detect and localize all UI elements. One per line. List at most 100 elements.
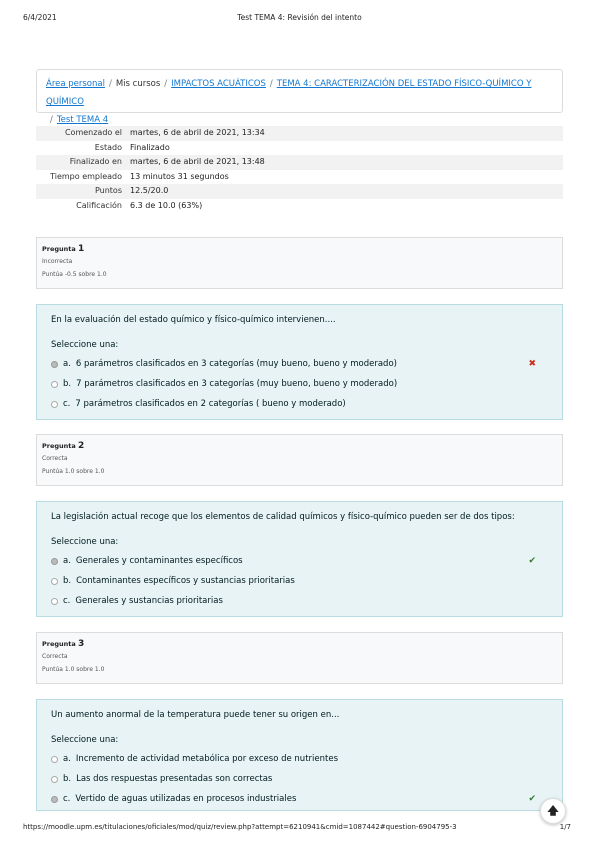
breadcrumb-separator: /: [164, 79, 168, 89]
option-letter: b.: [63, 774, 72, 784]
option-letter: a.: [63, 556, 71, 566]
answer-option-a[interactable]: a. Incremento de actividad metabólica por…: [51, 749, 548, 769]
question-state: Correcta: [42, 455, 68, 462]
summary-value: 13 minutos 31 segundos: [130, 171, 229, 181]
radio-button-checked[interactable]: [51, 557, 58, 565]
question-number-value: 2: [78, 441, 85, 451]
summary-row: Calificación 6.3 de 10.0 (63%): [36, 199, 563, 214]
answer-option-a[interactable]: a. Generales y contaminantes específicos ✔: [51, 551, 548, 571]
breadcrumb-course[interactable]: IMPACTOS ACUÁTICOS: [171, 79, 266, 89]
summary-value: Finalizado: [130, 142, 170, 152]
option-text: Vertido de aguas utilizadas en procesos …: [75, 794, 297, 804]
radio-button[interactable]: [51, 775, 58, 783]
answer-option-c[interactable]: c. 7 parámetros clasificados en 2 categor…: [51, 394, 548, 414]
print-footer: https://moodle.upm.es/titulaciones/ofici…: [0, 823, 599, 835]
option-letter: c.: [63, 399, 71, 409]
summary-key: Tiempo empleado: [50, 171, 122, 181]
answer-option-b[interactable]: b. Las dos respuestas presentadas son cor…: [51, 769, 548, 789]
question-label: Pregunta: [42, 245, 76, 253]
question-grade: Puntúa -0.5 sobre 1.0: [42, 271, 107, 278]
question-3-info: Pregunta 3 Correcta Puntúa 1.0 sobre 1.0: [36, 632, 563, 684]
question-1-content: En la evaluación del estado químico y fí…: [36, 304, 563, 420]
radio-button-checked[interactable]: [51, 795, 58, 803]
breadcrumb-quiz[interactable]: Test TEMA 4: [57, 115, 108, 125]
summary-value: martes, 6 de abril de 2021, 13:34: [130, 128, 265, 137]
breadcrumb-mis-cursos: Mis cursos: [115, 79, 161, 89]
option-text: Contaminantes específicos y sustancias p…: [76, 576, 295, 586]
answer-options: a. Generales y contaminantes específicos ✔…: [51, 551, 548, 611]
print-title: Test TEMA 4: Revisión del intento: [237, 13, 362, 22]
breadcrumb: Área personal / Mis cursos / IMPACTOS ACUÁTI…: [36, 69, 563, 125]
radio-button-checked[interactable]: [51, 360, 58, 368]
back-to-top-button[interactable]: 🡅: [540, 798, 566, 824]
question-number: Pregunta 1: [42, 244, 557, 255]
question-grade: Puntúa 1.0 sobre 1.0: [42, 666, 105, 673]
summary-key: Estado: [94, 142, 122, 152]
option-text: Generales y sustancias prioritarias: [75, 596, 223, 606]
print-page-number: 1/7: [559, 823, 571, 831]
summary-key: Comenzado el: [64, 128, 122, 137]
summary-value: 6.3 de 10.0 (63%): [130, 200, 203, 210]
option-letter: a.: [63, 359, 71, 369]
breadcrumb-separator: /: [108, 79, 112, 89]
arrow-up-icon: 🡅: [547, 803, 559, 817]
correct-icon: ✔: [528, 794, 536, 804]
radio-button[interactable]: [51, 400, 58, 408]
breadcrumb-separator: /: [50, 115, 53, 125]
answer-option-c[interactable]: c. Vertido de aguas utilizadas en proceso…: [51, 789, 548, 809]
breadcrumb-area-personal[interactable]: Área personal: [46, 79, 105, 89]
question-2-info: Pregunta 2 Correcta Puntúa 1.0 sobre 1.0: [36, 434, 563, 486]
question-number: Pregunta 3: [42, 639, 557, 650]
summary-row: Tiempo empleado 13 minutos 31 segundos: [36, 170, 563, 185]
question-2-content: La legislación actual recoge que los ele…: [36, 501, 563, 617]
question-label: Pregunta: [42, 640, 76, 648]
option-text: 6 parámetros clasificados en 3 categoría…: [75, 359, 397, 369]
question-number-value: 1: [78, 244, 85, 254]
answer-prompt: Seleccione una:: [51, 735, 119, 745]
summary-key: Finalizado en: [69, 157, 122, 166]
radio-button[interactable]: [51, 577, 58, 585]
question-state: Incorrecta: [42, 258, 73, 265]
question-text: En la evaluación del estado químico y fí…: [51, 315, 336, 325]
question-text: Un aumento anormal de la temperatura pue…: [51, 710, 340, 720]
option-text: Incremento de actividad metabólica por e…: [75, 754, 338, 764]
incorrect-icon: ✖: [528, 359, 536, 369]
option-letter: b.: [63, 379, 72, 389]
summary-key: Calificación: [76, 200, 122, 210]
answer-prompt: Seleccione una:: [51, 340, 119, 350]
summary-row: Puntos 12.5/20.0: [36, 184, 563, 199]
radio-button[interactable]: [51, 755, 58, 763]
answer-option-a[interactable]: a. 6 parámetros clasificados en 3 categor…: [51, 354, 548, 374]
print-header: 6/4/2021 Test TEMA 4: Revisión del inten…: [0, 13, 599, 25]
question-grade: Puntúa 1.0 sobre 1.0: [42, 468, 105, 475]
option-letter: b.: [63, 576, 72, 586]
option-text: Las dos respuestas presentadas son corre…: [76, 774, 273, 784]
answer-option-b[interactable]: b. 7 parámetros clasificados en 3 categor…: [51, 374, 548, 394]
option-text: Generales y contaminantes específicos: [75, 556, 243, 566]
answer-option-c[interactable]: c. Generales y sustancias prioritarias: [51, 591, 548, 611]
answer-prompt: Seleccione una:: [51, 537, 119, 547]
answer-options: a. 6 parámetros clasificados en 3 categor…: [51, 354, 548, 414]
option-letter: c.: [63, 794, 71, 804]
question-text: La legislación actual recoge que los ele…: [51, 512, 515, 522]
question-number: Pregunta 2: [42, 441, 557, 452]
summary-value: martes, 6 de abril de 2021, 13:48: [130, 157, 265, 166]
attempt-summary-table: Comenzado el martes, 6 de abril de 2021, …: [36, 126, 563, 213]
option-text: 7 parámetros clasificados en 2 categoría…: [75, 399, 346, 409]
summary-key: Puntos: [94, 186, 122, 195]
question-label: Pregunta: [42, 442, 76, 450]
option-text: 7 parámetros clasificados en 3 categoría…: [76, 379, 398, 389]
option-letter: a.: [63, 754, 71, 764]
answer-options: a. Incremento de actividad metabólica por…: [51, 749, 548, 809]
radio-button[interactable]: [51, 380, 58, 388]
print-url: https://moodle.upm.es/titulaciones/ofici…: [23, 823, 457, 831]
breadcrumb-separator: /: [269, 79, 273, 89]
answer-option-b[interactable]: b. Contaminantes específicos y sustancias…: [51, 571, 548, 591]
question-state: Correcta: [42, 653, 68, 660]
question-number-value: 3: [78, 639, 85, 649]
summary-row: Estado Finalizado: [36, 141, 563, 156]
summary-row: Comenzado el martes, 6 de abril de 2021, …: [36, 126, 563, 141]
question-1-info: Pregunta 1 Incorrecta Puntúa -0.5 sobre …: [36, 237, 563, 289]
radio-button[interactable]: [51, 597, 58, 605]
option-letter: c.: [63, 596, 71, 606]
